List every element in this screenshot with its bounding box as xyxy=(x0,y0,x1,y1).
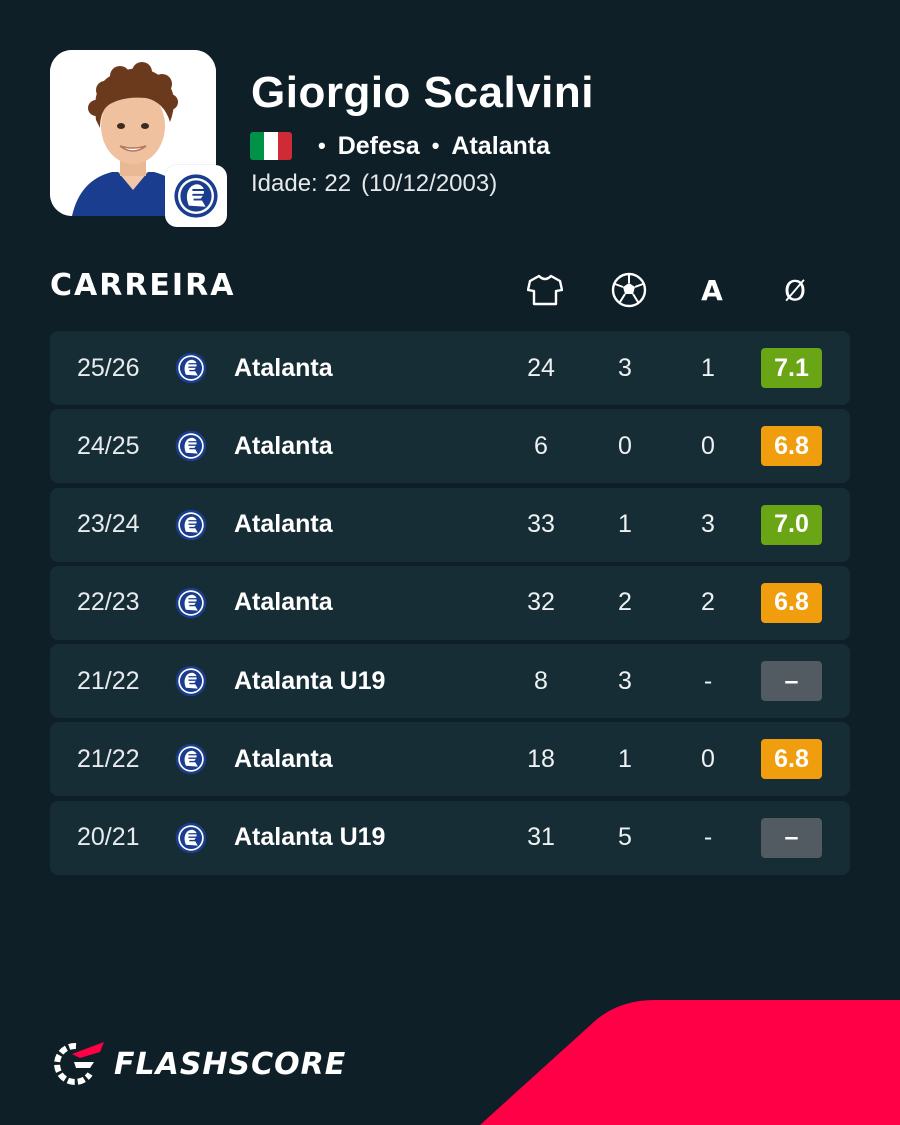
italy-flag-icon xyxy=(250,132,292,160)
birth-date: (10/12/2003) xyxy=(361,170,498,197)
table-row: 25/26 Atalanta 24 3 1 7.1 xyxy=(50,331,850,405)
table-row: 21/22 Atalanta 18 1 0 6.8 xyxy=(50,722,850,797)
appearances: 24 xyxy=(527,353,555,382)
atalanta-logo-icon xyxy=(174,409,208,483)
goals: 1 xyxy=(618,510,632,539)
goals: 5 xyxy=(618,823,632,852)
player-meta: • Defesa • Atalanta xyxy=(250,129,550,163)
rating-badge: 6.8 xyxy=(761,739,822,780)
season: 22/23 xyxy=(77,588,140,617)
table-row: 20/21 Atalanta U19 31 5 - – xyxy=(50,800,850,875)
atalanta-logo-icon xyxy=(174,801,208,875)
season: 23/24 xyxy=(77,510,140,539)
atalanta-logo-icon xyxy=(174,644,208,718)
appearances: 6 xyxy=(534,431,548,460)
team-name: Atalanta xyxy=(234,431,333,460)
assists: 0 xyxy=(701,744,715,773)
table-row: 21/22 Atalanta U19 8 3 - – xyxy=(50,644,850,719)
assists: 2 xyxy=(701,588,715,617)
career-table: 25/26 Atalanta 24 3 1 7.1 24/25 Atalanta… xyxy=(50,331,850,879)
player-age: Idade: 22 (10/12/2003) xyxy=(251,170,497,198)
appearances: 32 xyxy=(527,588,555,617)
table-row: 24/25 Atalanta 6 0 0 6.8 xyxy=(50,409,850,484)
rating-badge: – xyxy=(761,661,822,702)
assists: - xyxy=(703,823,713,852)
team-name: Atalanta xyxy=(234,588,333,617)
season: 24/25 xyxy=(77,431,140,460)
atalanta-logo-icon xyxy=(174,331,208,405)
shirt-icon xyxy=(527,274,563,306)
season: 25/26 xyxy=(77,353,140,382)
table-row: 23/24 Atalanta 33 1 3 7.0 xyxy=(50,487,850,562)
goals: 2 xyxy=(618,588,632,617)
team-name: Atalanta xyxy=(234,353,333,382)
separator-dot: • xyxy=(318,133,326,158)
assists: 0 xyxy=(701,431,715,460)
season: 20/21 xyxy=(77,823,140,852)
column-appearances xyxy=(515,270,575,310)
atalanta-logo-icon xyxy=(174,566,208,640)
goals: 1 xyxy=(618,744,632,773)
player-position: Defesa xyxy=(337,131,420,160)
appearances: 31 xyxy=(527,823,555,852)
rating-badge: – xyxy=(761,817,822,858)
player-name: Giorgio Scalvini xyxy=(251,68,594,117)
goals: 3 xyxy=(618,666,632,695)
column-average-rating: Ø xyxy=(783,273,807,307)
separator-dot: • xyxy=(431,133,440,158)
flashscore-brand: FLASHSCORE xyxy=(50,1040,346,1088)
atalanta-logo-icon xyxy=(174,488,208,562)
atalanta-logo-icon xyxy=(174,722,208,796)
team-name: Atalanta U19 xyxy=(234,823,386,852)
atalanta-logo-icon xyxy=(174,174,218,218)
appearances: 8 xyxy=(534,666,548,695)
age-label: Idade: 22 xyxy=(251,170,352,197)
column-goals xyxy=(599,270,659,310)
appearances: 33 xyxy=(527,510,555,539)
column-assists: A xyxy=(701,273,723,307)
rating-badge: 7.1 xyxy=(761,348,822,388)
flashscore-logo-icon xyxy=(54,1042,104,1085)
team-name: Atalanta xyxy=(234,744,333,773)
season: 21/22 xyxy=(77,744,140,773)
season: 21/22 xyxy=(77,666,140,695)
team-name: Atalanta U19 xyxy=(234,666,386,695)
rating-badge: 6.8 xyxy=(761,426,822,467)
player-club: Atalanta xyxy=(451,131,551,160)
assists: - xyxy=(703,666,713,695)
assists: 1 xyxy=(701,353,715,382)
goals: 0 xyxy=(618,431,632,460)
table-row: 22/23 Atalanta 32 2 2 6.8 xyxy=(50,565,850,640)
brand-name: FLASHSCORE xyxy=(114,1046,347,1082)
club-badge xyxy=(165,165,227,227)
appearances: 18 xyxy=(527,744,555,773)
rating-badge: 6.8 xyxy=(761,582,822,623)
section-title: CARREIRA xyxy=(50,268,236,303)
rating-badge: 7.0 xyxy=(761,504,822,545)
ball-icon xyxy=(611,272,647,308)
goals: 3 xyxy=(618,353,632,382)
assists: 3 xyxy=(701,510,715,539)
team-name: Atalanta xyxy=(234,510,333,539)
